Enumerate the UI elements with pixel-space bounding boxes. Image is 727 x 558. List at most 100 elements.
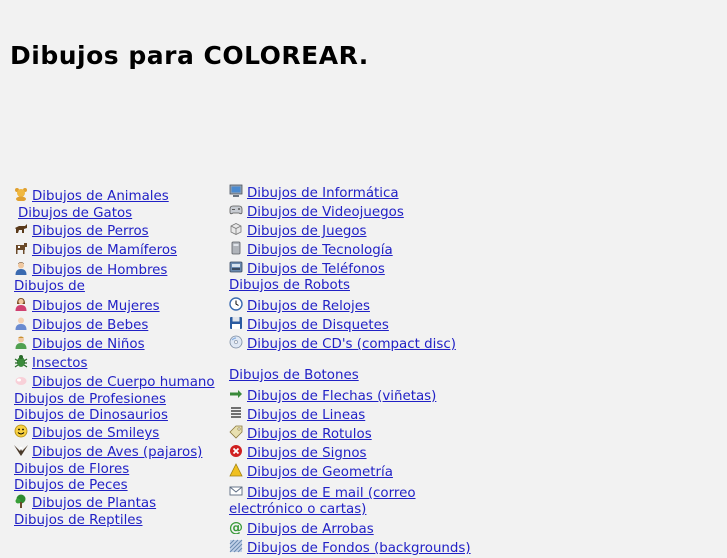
at-sign-icon: @ bbox=[229, 520, 243, 534]
teddy-bear-icon bbox=[15, 188, 27, 201]
link-profesiones[interactable]: Dibujos de Profesiones bbox=[14, 392, 166, 407]
list-item: Dibujos de Animales bbox=[14, 187, 219, 206]
link-informatica[interactable]: Dibujos de Informática bbox=[247, 186, 399, 201]
link-aves[interactable]: Dibujos de Aves (pajaros) bbox=[32, 445, 202, 460]
list-item: Dibujos de Flechas (viñetas) bbox=[229, 387, 489, 406]
link-fondos[interactable]: Dibujos de Fondos (backgrounds) bbox=[247, 541, 471, 556]
list-item: Dibujos de Reptiles bbox=[14, 513, 219, 529]
link-reptiles[interactable]: Dibujos de Reptiles bbox=[14, 513, 143, 528]
list-item: Dibujos de Relojes bbox=[229, 297, 489, 316]
link-plantas[interactable]: Dibujos de Plantas bbox=[32, 496, 156, 511]
floppy-disk-icon bbox=[230, 317, 242, 329]
list-item: Dibujos de Perros bbox=[14, 222, 219, 241]
list-item: Dibujos de Gatos bbox=[14, 206, 219, 222]
man-icon bbox=[15, 262, 27, 275]
link-signos[interactable]: Dibujos de Signos bbox=[247, 446, 367, 461]
link-de-partial[interactable]: Dibujos de bbox=[14, 279, 85, 294]
link-ninos[interactable]: Dibujos de Niños bbox=[32, 337, 145, 352]
page-title: Dibujos para COLOREAR. bbox=[10, 41, 369, 70]
link-hombres[interactable]: Dibujos de Hombres bbox=[32, 263, 167, 278]
link-flechas[interactable]: Dibujos de Flechas (viñetas) bbox=[247, 389, 436, 404]
child-icon bbox=[15, 336, 27, 349]
dice-icon bbox=[230, 223, 242, 235]
error-sign-icon bbox=[230, 445, 242, 457]
list-item: Dibujos de Plantas bbox=[14, 494, 219, 513]
svg-text:@: @ bbox=[229, 520, 243, 534]
link-cuerpo[interactable]: Dibujos de Cuerpo humano bbox=[32, 375, 215, 390]
link-dinosaurios[interactable]: Dibujos de Dinosaurios bbox=[14, 408, 168, 423]
list-item: Dibujos de E mail (correo electrónico o … bbox=[229, 484, 484, 518]
list-item: @ Dibujos de Arrobas bbox=[229, 520, 489, 539]
list-item: Dibujos de Teléfonos bbox=[229, 260, 489, 278]
link-relojes[interactable]: Dibujos de Relojes bbox=[247, 299, 370, 314]
computer-icon bbox=[229, 184, 243, 197]
list-item: Dibujos de Peces bbox=[14, 478, 219, 494]
link-geometria[interactable]: Dibujos de Geometría bbox=[247, 465, 393, 480]
list-item: Dibujos de Mamíferos bbox=[14, 241, 219, 260]
list-item: Dibujos de Lineas bbox=[229, 406, 489, 425]
eagle-icon bbox=[14, 445, 28, 456]
smiley-icon bbox=[14, 424, 28, 438]
baby-icon bbox=[15, 317, 27, 330]
cow-icon bbox=[16, 243, 27, 254]
list-item: Dibujos de Rotulos bbox=[229, 425, 489, 444]
list-item: Dibujos de Profesiones bbox=[14, 392, 219, 408]
link-smileys[interactable]: Dibujos de Smileys bbox=[32, 426, 159, 441]
list-item: Dibujos de Smileys bbox=[14, 424, 219, 443]
list-item: Dibujos de Aves (pajaros) bbox=[14, 443, 219, 462]
link-animales[interactable]: Dibujos de Animales bbox=[32, 189, 169, 204]
list-item: Dibujos de Disquetes bbox=[229, 316, 489, 335]
cd-icon bbox=[229, 335, 243, 349]
link-peces[interactable]: Dibujos de Peces bbox=[14, 478, 128, 493]
list-item: Insectos bbox=[14, 354, 219, 373]
link-rotulos[interactable]: Dibujos de Rotulos bbox=[247, 427, 372, 442]
link-lineas[interactable]: Dibujos de Lineas bbox=[247, 408, 365, 423]
clock-icon bbox=[229, 297, 243, 311]
link-robots[interactable]: Dibujos de Robots bbox=[229, 278, 350, 293]
link-disquetes[interactable]: Dibujos de Disquetes bbox=[247, 318, 389, 333]
category-list-left: Dibujos de Animales Dibujos de Gatos Dib… bbox=[14, 187, 219, 529]
link-bebes[interactable]: Dibujos de Bebes bbox=[32, 318, 148, 333]
list-item: Dibujos de Dinosaurios bbox=[14, 408, 219, 424]
link-mujeres[interactable]: Dibujos de Mujeres bbox=[32, 299, 160, 314]
list-item: Dibujos de Mujeres bbox=[14, 297, 219, 316]
link-arrobas[interactable]: Dibujos de Arrobas bbox=[247, 522, 374, 537]
list-item: Dibujos de Robots bbox=[229, 278, 489, 294]
category-list-right: Dibujos de Informática Dibujos de Videoj… bbox=[229, 184, 489, 558]
gamepad-icon bbox=[229, 205, 243, 215]
list-item: Dibujos de Informática bbox=[229, 184, 489, 203]
link-videojuegos[interactable]: Dibujos de Videojuegos bbox=[247, 205, 404, 220]
link-flores[interactable]: Dibujos de Flores bbox=[14, 462, 129, 477]
dog-icon bbox=[15, 224, 27, 233]
arrow-right-icon bbox=[230, 390, 242, 398]
link-telefonos[interactable]: Dibujos de Teléfonos bbox=[247, 262, 385, 277]
link-perros[interactable]: Dibujos de Perros bbox=[32, 224, 149, 239]
lines-icon bbox=[231, 407, 241, 418]
link-email[interactable]: Dibujos de E mail (correo electrónico o … bbox=[229, 486, 416, 517]
list-item: Dibujos de Geometría bbox=[229, 463, 489, 482]
envelope-icon bbox=[229, 486, 243, 496]
link-mamiferos[interactable]: Dibujos de Mamíferos bbox=[32, 243, 177, 258]
bug-icon bbox=[14, 355, 28, 368]
body-icon bbox=[15, 377, 27, 385]
link-cds[interactable]: Dibujos de CD's (compact disc) bbox=[247, 337, 456, 352]
device-icon bbox=[231, 241, 241, 255]
link-insectos[interactable]: Insectos bbox=[32, 356, 87, 371]
link-gatos[interactable]: Dibujos de Gatos bbox=[18, 206, 132, 221]
link-botones[interactable]: Dibujos de Botones bbox=[229, 368, 359, 383]
list-item: Dibujos de Cuerpo humano bbox=[14, 373, 219, 392]
woman-icon bbox=[15, 298, 27, 311]
list-item: Dibujos de Signos bbox=[229, 444, 489, 463]
triangle-icon bbox=[229, 463, 243, 477]
list-item: Dibujos de CD's (compact disc) bbox=[229, 335, 489, 354]
link-tecnologia[interactable]: Dibujos de Tecnología bbox=[247, 243, 393, 258]
tag-icon bbox=[229, 425, 243, 439]
list-item: Dibujos de Videojuegos bbox=[229, 203, 489, 222]
list-item: Dibujos de Hombres Dibujos de bbox=[14, 261, 219, 295]
list-item: Dibujos de Flores bbox=[14, 462, 219, 478]
list-item: Dibujos de Botones bbox=[229, 368, 489, 384]
list-item: Dibujos de Niños bbox=[14, 335, 219, 354]
link-juegos[interactable]: Dibujos de Juegos bbox=[247, 224, 367, 239]
list-item: Dibujos de Bebes bbox=[14, 316, 219, 335]
